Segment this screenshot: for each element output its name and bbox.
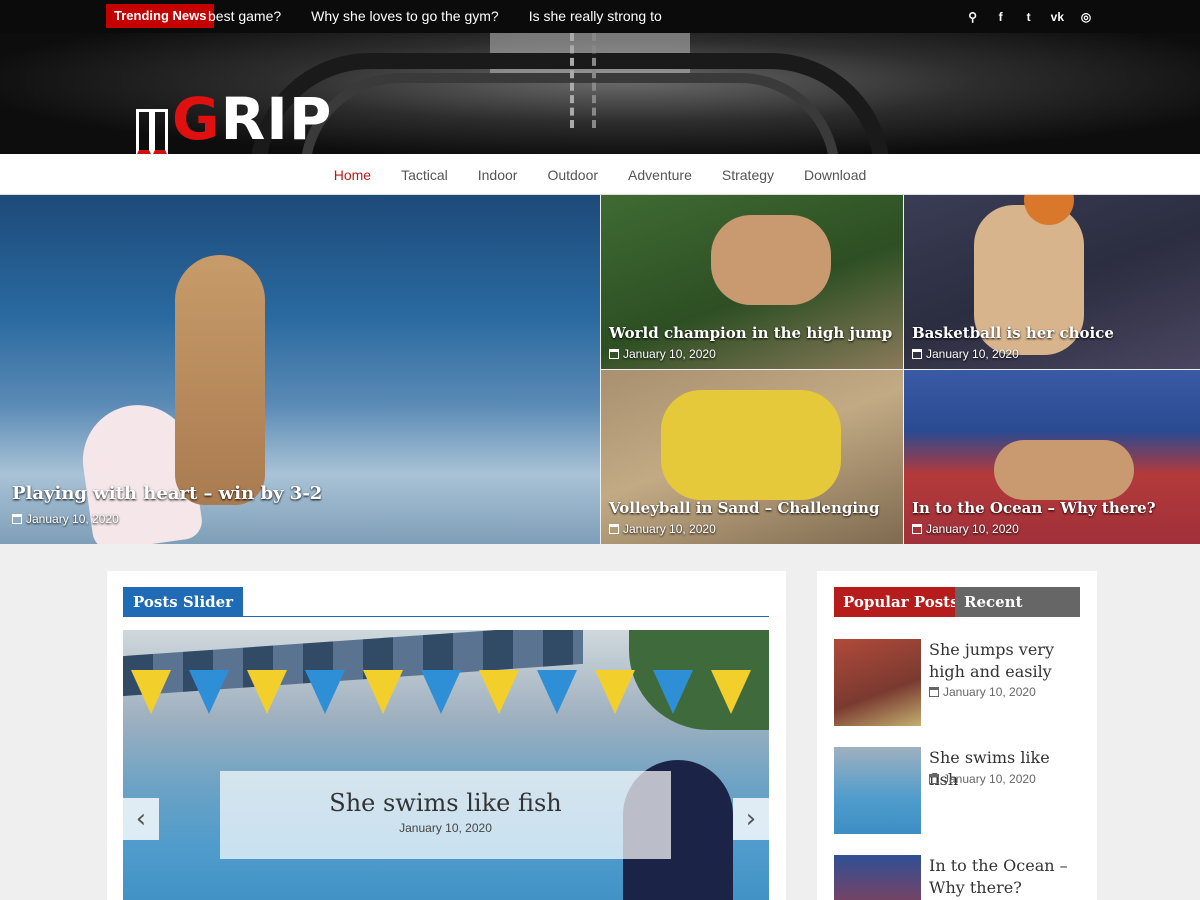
post-thumbnail[interactable] xyxy=(834,855,921,900)
nav-item-tactical[interactable]: Tactical xyxy=(401,167,448,183)
nav-item-home[interactable]: Home xyxy=(334,167,371,183)
site-logo[interactable]: GRIP xyxy=(134,85,333,154)
tab-popular-posts[interactable]: Popular Posts xyxy=(834,587,968,617)
search-icon[interactable]: ⚲ xyxy=(967,10,979,24)
featured-post-date: January 10, 2020 xyxy=(912,522,1019,536)
slide-title[interactable]: She swims like fish xyxy=(220,789,671,817)
pool-flags-image xyxy=(123,670,769,750)
calendar-icon xyxy=(912,349,922,359)
calendar-icon xyxy=(929,687,939,697)
slider-prev-button[interactable]: ‹ xyxy=(123,798,159,840)
athlete-image xyxy=(661,390,841,500)
logo-text: GRIP xyxy=(172,85,333,153)
featured-post-title[interactable]: Basketball is her choice xyxy=(912,324,1114,342)
featured-post-title[interactable]: In to the Ocean – Why there? xyxy=(912,499,1156,517)
twitter-icon[interactable]: t xyxy=(1023,10,1035,24)
post-title[interactable]: In to the Ocean – Why there? xyxy=(929,855,1079,899)
main-navigation: Home Tactical Indoor Outdoor Adventure S… xyxy=(0,154,1200,195)
nav-item-strategy[interactable]: Strategy xyxy=(722,167,774,183)
posts-slider-section: Posts Slider She swims like fish January… xyxy=(107,571,786,900)
site-header: GRIP xyxy=(0,33,1200,154)
hand-grip-icon xyxy=(134,101,170,154)
athlete-image xyxy=(711,215,831,305)
featured-post-title[interactable]: World champion in the high jump xyxy=(609,324,892,342)
instagram-icon[interactable]: ◎ xyxy=(1080,10,1092,24)
ticker-item[interactable]: Is she really strong to xyxy=(529,0,662,33)
header-background-chain xyxy=(570,33,596,128)
featured-post-date: January 10, 2020 xyxy=(609,522,716,536)
post-date: January 10, 2020 xyxy=(929,685,1036,699)
trending-news-badge: Trending News xyxy=(106,4,215,28)
athlete-image xyxy=(994,440,1134,500)
featured-post-tile[interactable]: Basketball is her choice January 10, 202… xyxy=(904,195,1200,369)
featured-post-tile[interactable]: Volleyball in Sand – Challenging January… xyxy=(601,370,903,544)
nav-item-indoor[interactable]: Indoor xyxy=(478,167,518,183)
featured-post-tile[interactable]: In to the Ocean – Why there? January 10,… xyxy=(904,370,1200,544)
featured-post-date: January 10, 2020 xyxy=(912,347,1019,361)
calendar-icon xyxy=(12,514,22,524)
news-ticker: best game? Why she loves to go the gym? … xyxy=(208,0,662,33)
list-item[interactable]: She jumps very high and easily January 1… xyxy=(834,639,1080,727)
post-thumbnail[interactable] xyxy=(834,639,921,726)
list-item[interactable]: In to the Ocean – Why there? xyxy=(834,855,1080,900)
surfer-image xyxy=(175,255,265,505)
calendar-icon xyxy=(929,774,939,784)
posts-slider[interactable]: She swims like fish January 10, 2020 ‹ › xyxy=(123,630,769,900)
calendar-icon xyxy=(609,524,619,534)
tab-recent-posts[interactable]: Recent Posts xyxy=(955,587,1080,641)
list-item[interactable]: She swims like fish January 10, 2020 xyxy=(834,747,1080,835)
social-links: ⚲ f t vk ◎ xyxy=(967,0,1092,33)
post-tabs: Popular Posts Recent Posts xyxy=(834,587,1080,641)
nav-item-adventure[interactable]: Adventure xyxy=(628,167,692,183)
post-thumbnail[interactable] xyxy=(834,747,921,834)
post-date: January 10, 2020 xyxy=(929,772,1036,786)
slider-next-button[interactable]: › xyxy=(733,798,769,840)
featured-post-date: January 10, 2020 xyxy=(12,512,119,526)
vk-icon[interactable]: vk xyxy=(1051,10,1064,24)
featured-post-tile[interactable]: World champion in the high jump January … xyxy=(601,195,903,369)
featured-posts-grid: Playing with heart – win by 3-2 January … xyxy=(0,195,1200,544)
featured-post-large[interactable]: Playing with heart – win by 3-2 January … xyxy=(0,195,600,544)
top-bar: Trending News best game? Why she loves t… xyxy=(0,0,1200,33)
featured-post-title[interactable]: Playing with heart – win by 3-2 xyxy=(12,483,322,504)
slide-caption: She swims like fish January 10, 2020 xyxy=(220,771,671,859)
facebook-icon[interactable]: f xyxy=(995,10,1007,24)
post-title[interactable]: She jumps very high and easily xyxy=(929,639,1079,683)
sidebar-widget: Popular Posts Recent Posts She jumps ver… xyxy=(817,571,1097,900)
section-title: Posts Slider xyxy=(123,587,244,617)
slide-date: January 10, 2020 xyxy=(399,821,492,835)
featured-post-title[interactable]: Volleyball in Sand – Challenging xyxy=(609,499,879,517)
section-header: Posts Slider xyxy=(123,587,769,617)
ticker-item[interactable]: best game? xyxy=(208,0,281,33)
nav-item-outdoor[interactable]: Outdoor xyxy=(547,167,598,183)
nav-item-download[interactable]: Download xyxy=(804,167,866,183)
featured-post-date: January 10, 2020 xyxy=(609,347,716,361)
ticker-item[interactable]: Why she loves to go the gym? xyxy=(311,0,499,33)
calendar-icon xyxy=(609,349,619,359)
calendar-icon xyxy=(912,524,922,534)
